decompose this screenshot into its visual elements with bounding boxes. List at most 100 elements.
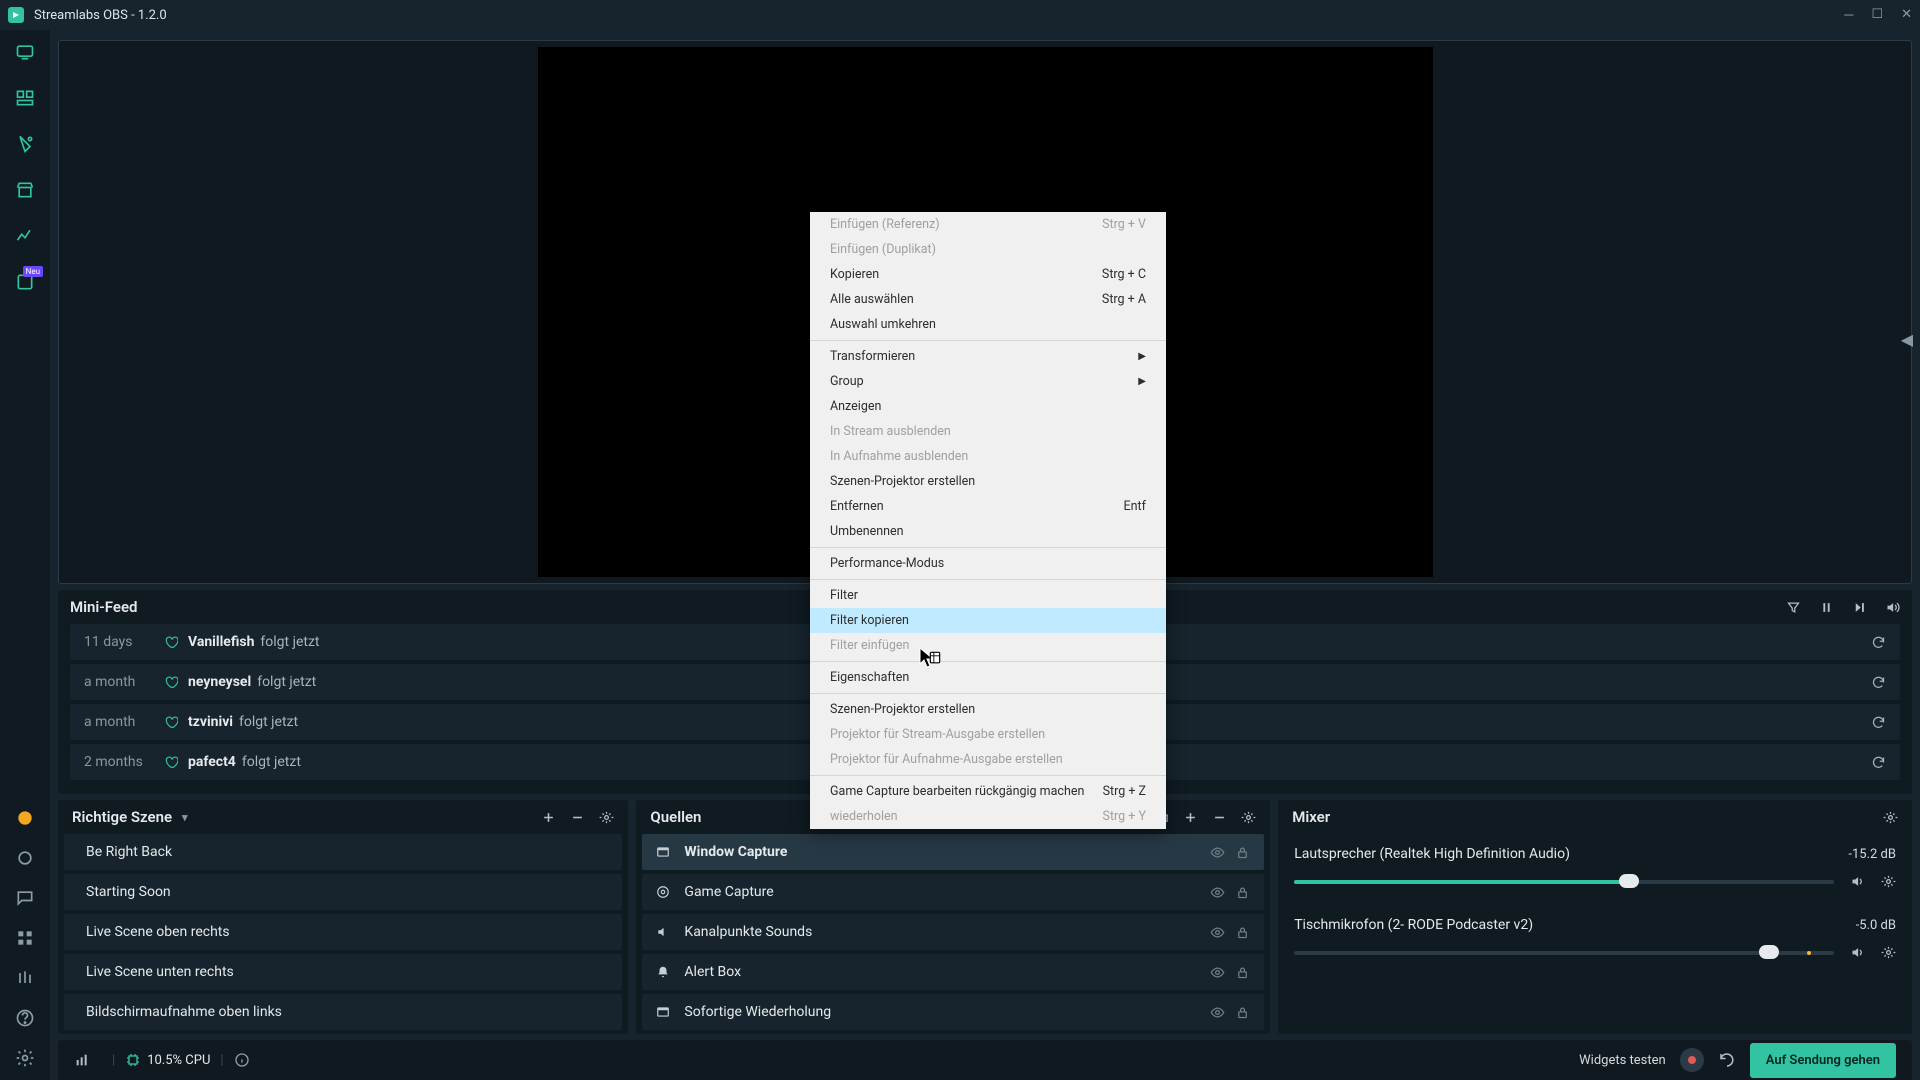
refresh-icon[interactable]: [1871, 755, 1886, 770]
context-menu-item[interactable]: Umbenennen: [810, 519, 1166, 544]
lock-icon[interactable]: [1235, 845, 1250, 860]
scene-item[interactable]: Be Right Back: [64, 834, 622, 870]
scene-item[interactable]: Bildschirmaufnahme oben links: [64, 994, 622, 1030]
scene-item[interactable]: Live Scene unten rechts: [64, 954, 622, 990]
lock-icon[interactable]: [1235, 1005, 1250, 1020]
mixer-slider-thumb[interactable]: [1619, 874, 1639, 888]
visibility-icon[interactable]: [1210, 965, 1225, 980]
context-menu-item[interactable]: Anzeigen: [810, 394, 1166, 419]
mixer-slider-thumb[interactable]: [1759, 945, 1779, 959]
remove-scene-icon[interactable]: [570, 810, 585, 825]
themes-icon[interactable]: [15, 134, 35, 154]
scenes-dropdown-icon[interactable]: ▾: [182, 811, 188, 824]
lock-icon[interactable]: [1235, 965, 1250, 980]
chat-icon[interactable]: [15, 888, 35, 908]
feed-action: folgt jetzt: [239, 714, 298, 730]
dashboard-icon[interactable]: [15, 226, 35, 246]
mute-icon[interactable]: [1850, 874, 1865, 889]
revert-icon[interactable]: [1718, 1051, 1736, 1069]
filter-icon[interactable]: [1786, 600, 1801, 615]
cpu-usage: 10.5% CPU: [147, 1053, 210, 1068]
layout-icon[interactable]: [15, 88, 35, 108]
store-icon[interactable]: [15, 180, 35, 200]
scene-settings-icon[interactable]: [599, 810, 614, 825]
context-menu-label: Filter: [830, 588, 858, 603]
cpu-chip-icon: [125, 1052, 141, 1068]
submenu-arrow-icon: ▶: [1138, 376, 1146, 387]
help-icon[interactable]: [15, 1008, 35, 1028]
visibility-icon[interactable]: [1210, 925, 1225, 940]
refresh-icon[interactable]: [1871, 715, 1886, 730]
expand-arrow-icon[interactable]: ◀: [1901, 330, 1913, 349]
feed-action: folgt jetzt: [242, 754, 301, 770]
visibility-icon[interactable]: [1210, 845, 1225, 860]
info-icon[interactable]: [234, 1052, 250, 1068]
skip-icon[interactable]: [1852, 600, 1867, 615]
context-menu-item: wiederholenStrg + Y: [810, 804, 1166, 829]
channel-settings-icon[interactable]: [1881, 874, 1896, 889]
close-button[interactable]: ✕: [1901, 7, 1912, 23]
mute-icon[interactable]: [1850, 945, 1865, 960]
pause-icon[interactable]: [1819, 600, 1834, 615]
context-menu-item: Einfügen (Referenz)Strg + V: [810, 212, 1166, 237]
context-menu-label: Projektor für Stream-Ausgabe erstellen: [830, 727, 1045, 742]
context-menu[interactable]: Einfügen (Referenz)Strg + VEinfügen (Dup…: [810, 212, 1166, 829]
heart-icon: [164, 755, 178, 769]
channel-settings-icon[interactable]: [1881, 945, 1896, 960]
context-menu-item[interactable]: Szenen-Projektor erstellen: [810, 697, 1166, 722]
context-menu-item[interactable]: EntfernenEntf: [810, 494, 1166, 519]
visibility-icon[interactable]: [1210, 1005, 1225, 1020]
source-item[interactable]: Kanalpunkte Sounds: [642, 914, 1264, 950]
source-item[interactable]: Game Capture: [642, 874, 1264, 910]
refresh-icon[interactable]: [1871, 675, 1886, 690]
settings-icon[interactable]: [15, 1048, 35, 1068]
context-menu-item[interactable]: Filter kopieren: [810, 608, 1166, 633]
record-button[interactable]: [1680, 1048, 1704, 1072]
context-menu-label: Kopieren: [830, 267, 879, 282]
context-menu-item[interactable]: Alle auswählenStrg + A: [810, 287, 1166, 312]
apps-icon[interactable]: Neu: [15, 272, 35, 292]
source-name: Sofortige Wiederholung: [684, 1004, 1210, 1020]
window-icon: [656, 1005, 670, 1019]
context-menu-item[interactable]: KopierenStrg + C: [810, 262, 1166, 287]
source-settings-icon[interactable]: [1241, 810, 1256, 825]
maximize-button[interactable]: ☐: [1871, 7, 1883, 23]
scene-item[interactable]: Starting Soon: [64, 874, 622, 910]
context-menu-item[interactable]: Performance-Modus: [810, 551, 1166, 576]
context-menu-item[interactable]: Eigenschaften: [810, 665, 1166, 690]
mixer-slider-track[interactable]: [1294, 951, 1834, 955]
go-live-button[interactable]: Auf Sendung gehen: [1750, 1043, 1896, 1078]
test-widgets-button[interactable]: Widgets testen: [1579, 1053, 1666, 1068]
visibility-icon[interactable]: [1210, 885, 1225, 900]
add-source-icon[interactable]: [1183, 810, 1198, 825]
context-menu-item[interactable]: Game Capture bearbeiten rückgängig mache…: [810, 779, 1166, 804]
scene-item[interactable]: Live Scene oben rechts: [64, 914, 622, 950]
source-item[interactable]: Window Capture: [642, 834, 1264, 870]
lock-icon[interactable]: [1235, 885, 1250, 900]
context-menu-label: Szenen-Projektor erstellen: [830, 702, 975, 717]
context-menu-item[interactable]: Szenen-Projektor erstellen: [810, 469, 1166, 494]
prime-icon[interactable]: [15, 808, 35, 828]
record-status-icon[interactable]: [15, 848, 35, 868]
remove-source-icon[interactable]: [1212, 810, 1227, 825]
refresh-icon[interactable]: [1871, 635, 1886, 650]
lock-icon[interactable]: [1235, 925, 1250, 940]
minimize-button[interactable]: ─: [1844, 7, 1853, 23]
context-menu-label: Szenen-Projektor erstellen: [830, 474, 975, 489]
volume-icon[interactable]: [1885, 600, 1900, 615]
source-item[interactable]: Sofortige Wiederholung: [642, 994, 1264, 1030]
editor-icon[interactable]: [15, 42, 35, 62]
context-menu-item[interactable]: Filter: [810, 583, 1166, 608]
source-item[interactable]: Alert Box: [642, 954, 1264, 990]
grid-icon[interactable]: [15, 928, 35, 948]
context-menu-item[interactable]: Auswahl umkehren: [810, 312, 1166, 337]
add-scene-icon[interactable]: [541, 810, 556, 825]
context-menu-item[interactable]: Group▶: [810, 369, 1166, 394]
context-menu-item[interactable]: Transformieren▶: [810, 344, 1166, 369]
bars-icon[interactable]: [15, 968, 35, 988]
feed-action: folgt jetzt: [257, 674, 316, 690]
stats-icon[interactable]: [74, 1052, 90, 1068]
mixer-slider-track[interactable]: [1294, 880, 1834, 884]
context-menu-label: Filter einfügen: [830, 638, 909, 653]
mixer-settings-icon[interactable]: [1883, 810, 1898, 825]
